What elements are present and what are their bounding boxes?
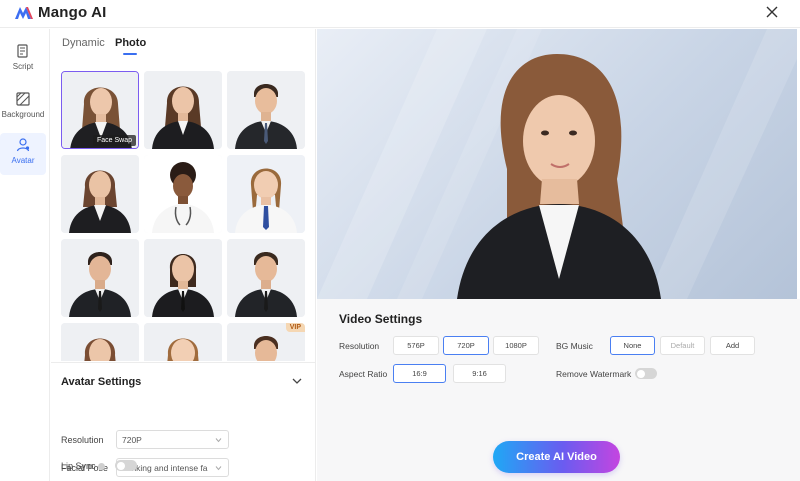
- remove-watermark-label: Remove Watermark: [556, 369, 632, 379]
- active-tab-indicator: [123, 53, 137, 55]
- avatar-tile[interactable]: [61, 323, 139, 361]
- video-settings-title: Video Settings: [339, 312, 423, 326]
- avatar-tile[interactable]: [144, 155, 222, 233]
- chevron-down-icon: [215, 466, 222, 471]
- bg-music-option-add[interactable]: Add: [710, 336, 755, 355]
- chevron-down-icon: [215, 438, 222, 443]
- avatar-tile[interactable]: [144, 323, 222, 361]
- avatar-image: [144, 155, 222, 233]
- sidebar-item-label: Avatar: [11, 156, 35, 165]
- lip-sync-label-wrap: Lip Sync: [61, 461, 105, 471]
- avatar-grid: Face Swap VIP: [61, 71, 309, 361]
- sidebar-item-script[interactable]: Script: [0, 39, 46, 81]
- avatar-image: [227, 155, 305, 233]
- avatar-image: [61, 239, 139, 317]
- resolution-value: 720P: [122, 435, 142, 445]
- avatar-panel: Dynamic Photo Face Swap VIP Avatar Setti…: [51, 29, 316, 481]
- bg-music-option-default[interactable]: Default: [660, 336, 705, 355]
- avatar-image: [144, 71, 222, 149]
- avatar-tile[interactable]: [227, 155, 305, 233]
- lip-sync-toggle[interactable]: [115, 460, 137, 471]
- resolution-option-720p[interactable]: 720P: [443, 336, 489, 355]
- avatar-tile[interactable]: VIP: [227, 323, 305, 361]
- avatar-image: [227, 71, 305, 149]
- video-preview: [317, 29, 797, 299]
- mango-logo-icon: [15, 6, 33, 19]
- app-name: Mango AI: [38, 4, 107, 21]
- sidebar-item-label: Script: [12, 62, 34, 71]
- logo: Mango AI: [14, 4, 107, 21]
- resolution-select[interactable]: 720P: [116, 430, 229, 449]
- resolution-option-576p[interactable]: 576P: [393, 336, 439, 355]
- lip-sync-label: Lip Sync: [61, 461, 96, 471]
- sidebar-item-background[interactable]: Background: [0, 87, 46, 129]
- avatar-image: [144, 323, 222, 361]
- aspect-ratio-label: Aspect Ratio: [339, 369, 388, 379]
- avatar-icon: [16, 138, 30, 152]
- avatar-image: [61, 155, 139, 233]
- vip-badge: VIP: [285, 323, 305, 332]
- avatar-tile[interactable]: [144, 239, 222, 317]
- face-swap-badge: Face Swap: [92, 135, 136, 146]
- bg-music-label: BG Music: [556, 341, 593, 351]
- resolution-label: Resolution: [61, 435, 104, 445]
- background-icon: [16, 92, 30, 106]
- avatar-settings-title: Avatar Settings: [61, 376, 142, 388]
- video-resolution-label: Resolution: [339, 341, 380, 351]
- preview-avatar-image: [317, 29, 797, 299]
- avatar-tile[interactable]: [61, 155, 139, 233]
- app-header: Mango AI: [0, 0, 800, 28]
- avatar-tile[interactable]: Face Swap: [61, 71, 139, 149]
- tab-photo[interactable]: Photo: [115, 37, 146, 49]
- aspect-option-9-16[interactable]: 9:16: [453, 364, 506, 383]
- aspect-option-16-9[interactable]: 16:9: [393, 364, 446, 383]
- avatar-image: [227, 239, 305, 317]
- avatar-image: [61, 323, 139, 361]
- sidebar: Script Background Avatar: [0, 29, 50, 481]
- video-settings: Video Settings Resolution 576P 720P 1080…: [317, 299, 800, 481]
- remove-watermark-toggle[interactable]: [635, 368, 657, 379]
- tab-bar: Dynamic Photo: [51, 29, 316, 59]
- avatar-tile[interactable]: [144, 71, 222, 149]
- close-icon[interactable]: [764, 4, 780, 20]
- avatar-tile[interactable]: [61, 239, 139, 317]
- avatar-image: [144, 239, 222, 317]
- sidebar-item-avatar[interactable]: Avatar: [0, 133, 46, 175]
- avatar-tile[interactable]: [227, 71, 305, 149]
- tab-dynamic[interactable]: Dynamic: [62, 37, 105, 49]
- create-ai-video-button[interactable]: Create AI Video: [493, 441, 620, 473]
- chevron-down-icon[interactable]: [292, 377, 302, 385]
- info-icon[interactable]: [97, 463, 105, 470]
- script-icon: [17, 44, 28, 58]
- bg-music-option-none[interactable]: None: [610, 336, 655, 355]
- resolution-option-1080p[interactable]: 1080P: [493, 336, 539, 355]
- sidebar-item-label: Background: [1, 110, 45, 119]
- avatar-tile[interactable]: [227, 239, 305, 317]
